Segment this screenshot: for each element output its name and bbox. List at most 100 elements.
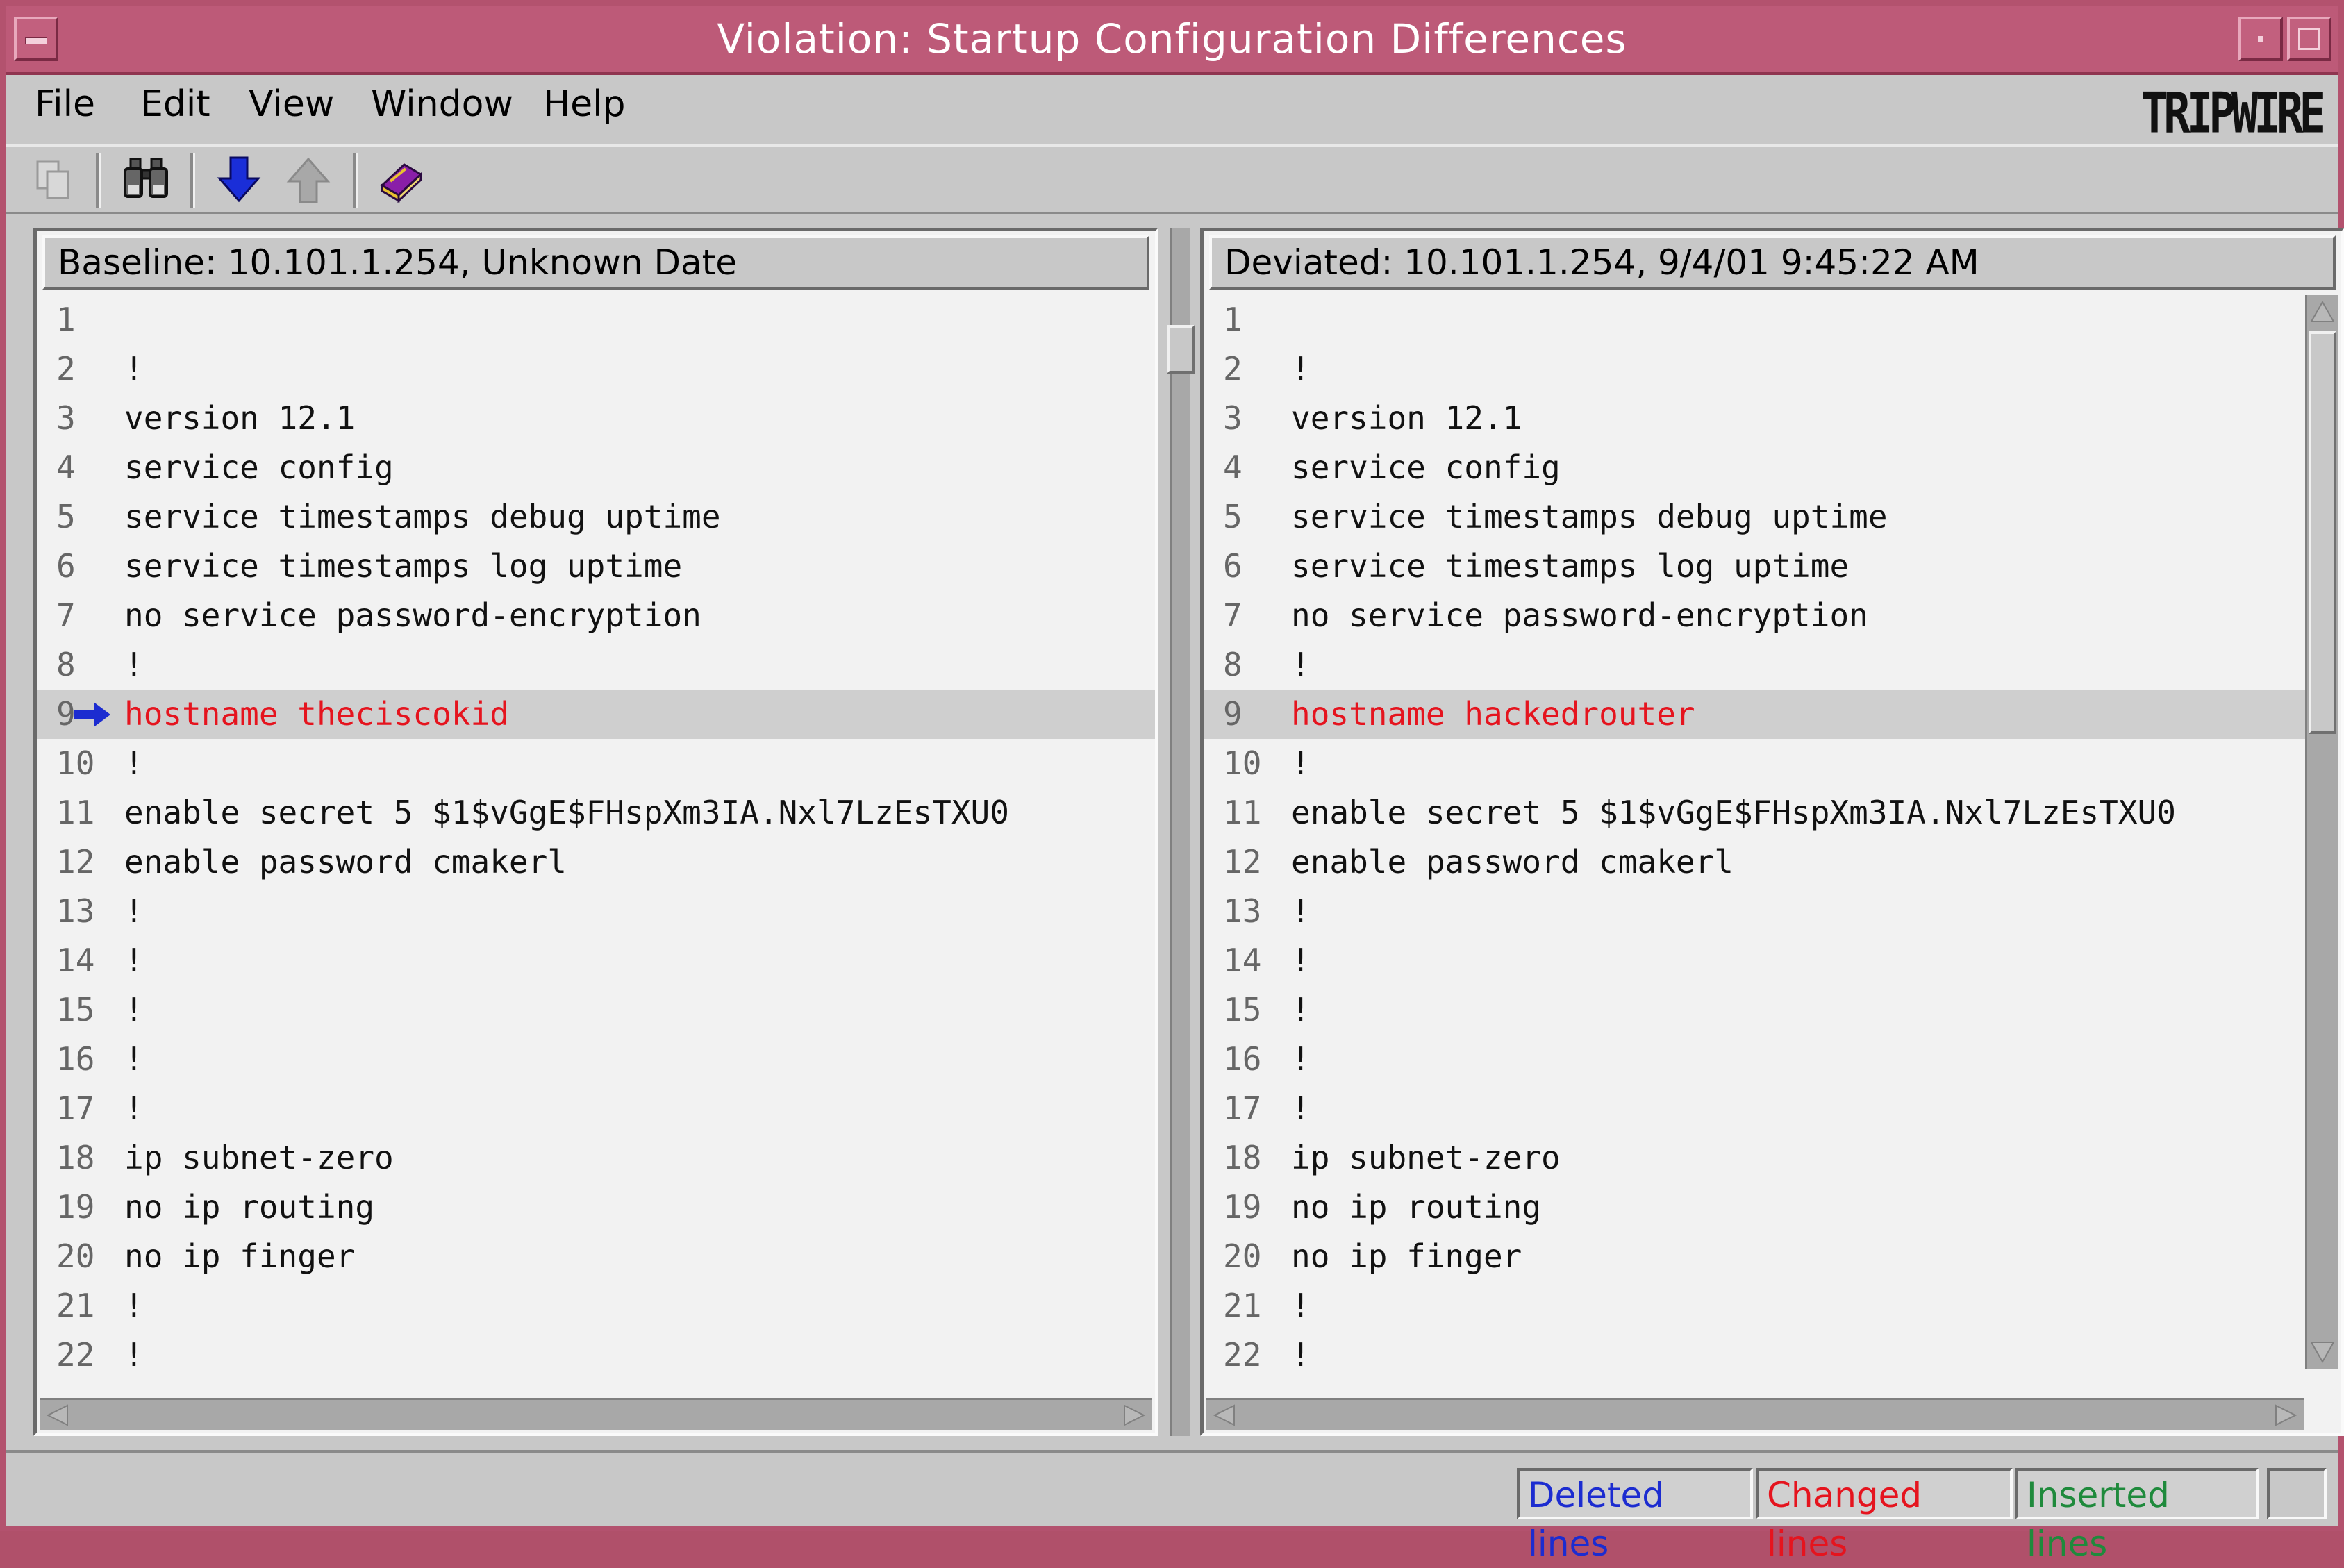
vertical-scroll-thumb[interactable]: [2309, 331, 2336, 734]
minimize-button[interactable]: [2238, 17, 2283, 61]
code-line[interactable]: 16!: [37, 1035, 1155, 1084]
menu-edit[interactable]: Edit: [140, 83, 210, 125]
code-line[interactable]: 19 no ip routing: [37, 1183, 1155, 1232]
copy-button[interactable]: [26, 152, 82, 208]
code-line[interactable]: 19 no ip routing: [1204, 1183, 2305, 1232]
code-line[interactable]: 2!: [37, 344, 1155, 394]
code-line[interactable]: 7 no service password-encryption: [1204, 591, 2305, 640]
line-text: no service password-encryption: [1291, 597, 1868, 634]
status-bar: Deleted lines Changed lines Inserted lin…: [6, 1450, 2338, 1564]
code-line[interactable]: 8!: [1204, 640, 2305, 690]
code-line[interactable]: 13!: [1204, 887, 2305, 936]
line-number: 6: [1223, 547, 1242, 585]
splitter-thumb[interactable]: [1167, 325, 1195, 374]
code-line[interactable]: 20 no ip finger: [37, 1232, 1155, 1281]
code-line[interactable]: 21!: [1204, 1281, 2305, 1331]
deviated-pane: Deviated: 10.101.1.254, 9/4/01 9:45:22 A…: [1200, 228, 2344, 1436]
code-line[interactable]: 22!: [37, 1331, 1155, 1369]
code-line[interactable]: 4 service config: [1204, 443, 2305, 492]
deviated-horizontal-scrollbar[interactable]: [1206, 1398, 2304, 1430]
code-line[interactable]: 12 enable password cmakerl: [1204, 837, 2305, 887]
code-line[interactable]: 6 service timestamps log uptime: [37, 542, 1155, 591]
code-line[interactable]: 6 service timestamps log uptime: [1204, 542, 2305, 591]
code-line[interactable]: 14!: [37, 936, 1155, 985]
code-line[interactable]: 11 enable secret 5 $1$vGgE$FHspXm3IA.Nxl7…: [1204, 788, 2305, 837]
tripwire-logo: TRIPWIRE: [2141, 82, 2326, 147]
code-line[interactable]: 11 enable secret 5 $1$vGgE$FHspXm3IA.Nxl7…: [37, 788, 1155, 837]
code-line[interactable]: 10!: [1204, 739, 2305, 788]
code-line[interactable]: 18 ip subnet-zero: [37, 1133, 1155, 1183]
scroll-left-arrow-icon[interactable]: [44, 1403, 72, 1428]
pane-splitter[interactable]: [1161, 228, 1197, 1436]
line-number: 14: [1223, 942, 1262, 979]
changed-line[interactable]: 9 hostname theciscokid: [37, 690, 1155, 739]
legend-changed-lines: Changed lines: [1756, 1468, 2013, 1564]
line-number: 13: [56, 892, 95, 930]
code-line[interactable]: 17!: [1204, 1084, 2305, 1133]
find-button[interactable]: [118, 152, 174, 208]
line-text: !: [124, 744, 144, 782]
code-line[interactable]: 8!: [37, 640, 1155, 690]
code-line[interactable]: 12 enable password cmakerl: [37, 837, 1155, 887]
code-line[interactable]: 15!: [37, 985, 1155, 1035]
scroll-right-arrow-icon[interactable]: [2272, 1403, 2300, 1428]
line-number: 18: [1223, 1139, 1262, 1176]
line-number: 13: [1223, 892, 1262, 930]
scroll-up-arrow-icon[interactable]: [2309, 298, 2336, 326]
code-line[interactable]: 10!: [37, 739, 1155, 788]
code-line[interactable]: 3 version 12.1: [37, 394, 1155, 443]
code-line[interactable]: 16!: [1204, 1035, 2305, 1084]
code-line[interactable]: 1: [37, 295, 1155, 344]
code-line[interactable]: 3 version 12.1: [1204, 394, 2305, 443]
line-text: !: [124, 350, 144, 387]
code-line[interactable]: 5 service timestamps debug uptime: [1204, 492, 2305, 542]
deviated-lines[interactable]: 1 2! 3 version 12.1 4 service config 5 service …: [1204, 295, 2305, 1369]
code-line[interactable]: 14!: [1204, 936, 2305, 985]
menu-file[interactable]: File: [35, 83, 95, 125]
line-text: !: [1291, 646, 1311, 683]
code-line[interactable]: 5 service timestamps debug uptime: [37, 492, 1155, 542]
deviated-header: Deviated: 10.101.1.254, 9/4/01 9:45:22 A…: [1209, 235, 2336, 290]
line-number: 22: [1223, 1336, 1262, 1369]
line-text: !: [1291, 744, 1311, 782]
menu-window[interactable]: Window: [371, 83, 513, 125]
scroll-left-arrow-icon[interactable]: [1211, 1403, 1238, 1428]
scroll-right-arrow-icon[interactable]: [1120, 1403, 1148, 1428]
code-line[interactable]: 15!: [1204, 985, 2305, 1035]
code-line[interactable]: 13!: [37, 887, 1155, 936]
line-text: service config: [124, 449, 394, 486]
code-line[interactable]: 21!: [37, 1281, 1155, 1331]
line-number: 7: [1223, 597, 1242, 634]
menu-help[interactable]: Help: [543, 83, 626, 125]
previous-difference-button[interactable]: [281, 152, 336, 208]
line-number: 4: [56, 449, 76, 486]
code-line[interactable]: 2!: [1204, 344, 2305, 394]
next-difference-button[interactable]: [211, 152, 267, 208]
line-text: service config: [1291, 449, 1561, 486]
scroll-down-arrow-icon[interactable]: [2309, 1338, 2336, 1366]
baseline-horizontal-scrollbar[interactable]: [40, 1398, 1152, 1430]
code-line[interactable]: 7 no service password-encryption: [37, 591, 1155, 640]
code-line[interactable]: 18 ip subnet-zero: [1204, 1133, 2305, 1183]
line-number: 12: [56, 843, 95, 881]
line-text: !: [124, 1040, 144, 1078]
code-line[interactable]: 17!: [37, 1084, 1155, 1133]
deviated-vertical-scrollbar[interactable]: [2305, 295, 2338, 1369]
code-line[interactable]: 20 no ip finger: [1204, 1232, 2305, 1281]
code-line[interactable]: 1: [1204, 295, 2305, 344]
baseline-lines[interactable]: 1 2! 3 version 12.1 4 service config 5 service …: [37, 295, 1155, 1369]
code-line[interactable]: 4 service config: [37, 443, 1155, 492]
help-book-button[interactable]: [374, 152, 429, 208]
line-number: 9: [1223, 695, 1242, 733]
menu-view[interactable]: View: [249, 83, 334, 125]
maximize-button[interactable]: [2287, 17, 2331, 61]
diff-area: Baseline: 10.101.1.254, Unknown Date 1 2!…: [33, 228, 2344, 1443]
line-number: 11: [56, 794, 95, 831]
line-text: !: [124, 1287, 144, 1324]
line-number: 21: [1223, 1287, 1262, 1324]
code-line[interactable]: 22!: [1204, 1331, 2305, 1369]
line-text: enable secret 5 $1$vGgE$FHspXm3IA.Nxl7Lz…: [124, 794, 1009, 831]
line-text: !: [1291, 942, 1311, 979]
changed-line[interactable]: 9 hostname hackedrouter: [1204, 690, 2305, 739]
title-bar[interactable]: Violation: Startup Configuration Differe…: [6, 6, 2338, 75]
